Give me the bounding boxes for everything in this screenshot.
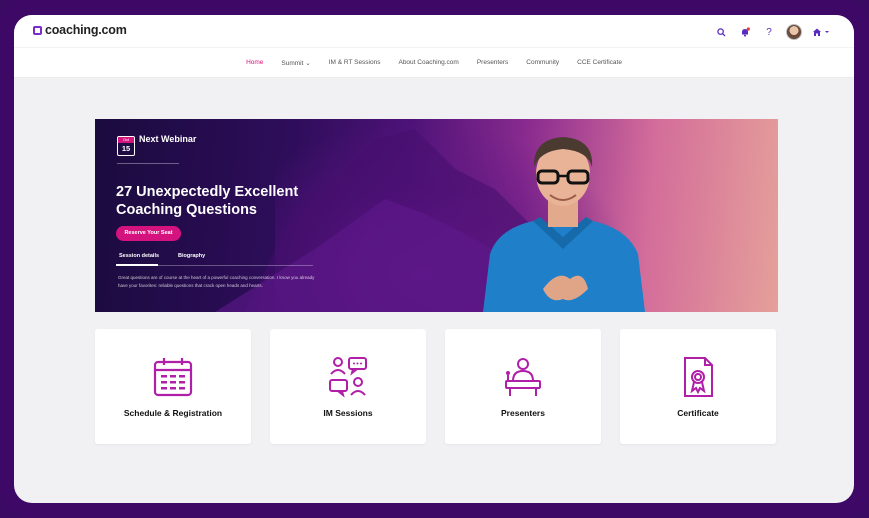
card-presenters[interactable]: Presenters [445, 329, 601, 444]
app-window: coaching.com ? Home Summit ⌄ IM & RT Ses… [14, 15, 854, 503]
logo-mark-icon [33, 25, 42, 35]
main-nav: Home Summit ⌄ IM & RT Sessions About Coa… [14, 47, 854, 78]
nav-im-rt-sessions[interactable]: IM & RT Sessions [320, 59, 390, 66]
bell-icon[interactable] [738, 25, 752, 39]
chevron-down-icon [825, 31, 829, 33]
home-icon [813, 28, 821, 36]
tab-session-details[interactable]: Session details [119, 253, 159, 259]
help-icon[interactable]: ? [762, 25, 776, 39]
webinar-hero-banner: Oct 15 Next Webinar 27 Unexpectedly Exce… [95, 119, 778, 312]
card-certificate[interactable]: Certificate [620, 329, 776, 444]
nav-about[interactable]: About Coaching.com [389, 59, 467, 66]
logo-text: coaching.com [45, 23, 127, 37]
calendar-date-icon: Oct 15 [117, 136, 135, 156]
presenter-icon [505, 358, 541, 396]
avatar[interactable] [786, 24, 802, 40]
card-label: IM Sessions [323, 408, 373, 418]
nav-presenters[interactable]: Presenters [468, 59, 517, 66]
nav-summit[interactable]: Summit ⌄ [272, 59, 319, 67]
webinar-title: 27 Unexpectedly Excellent Coaching Quest… [116, 184, 299, 218]
chat-people-icon [329, 357, 367, 398]
calendar-icon [153, 358, 193, 397]
card-schedule-registration[interactable]: Schedule & Registration [95, 329, 251, 444]
card-label: Schedule & Registration [123, 408, 223, 418]
logo[interactable]: coaching.com [33, 23, 127, 37]
top-icons: ? [714, 24, 830, 40]
divider [117, 163, 179, 164]
card-im-sessions[interactable]: IM Sessions [270, 329, 426, 444]
top-bar: coaching.com ? [14, 15, 854, 47]
session-description: Great questions are of course at the hea… [118, 275, 315, 288]
active-tab-indicator [116, 264, 158, 266]
date-day: 15 [121, 144, 131, 153]
certificate-icon [684, 357, 713, 397]
nav-cce-certificate[interactable]: CCE Certificate [568, 59, 631, 66]
reserve-seat-button[interactable]: Reserve Your Seat [116, 226, 181, 241]
card-label: Certificate [677, 408, 719, 418]
presenter-photo [483, 137, 645, 312]
search-icon[interactable] [714, 25, 728, 39]
nav-community[interactable]: Community [517, 59, 568, 66]
hero-tabs: Session details Biography [116, 253, 313, 266]
home-menu[interactable] [812, 27, 830, 37]
quick-links: Schedule & Registration IM Sessions Pres… [95, 329, 778, 444]
tab-biography[interactable]: Biography [178, 253, 205, 259]
nav-home[interactable]: Home [237, 59, 272, 66]
next-webinar-label: Next Webinar [139, 134, 197, 144]
card-label: Presenters [501, 408, 545, 418]
